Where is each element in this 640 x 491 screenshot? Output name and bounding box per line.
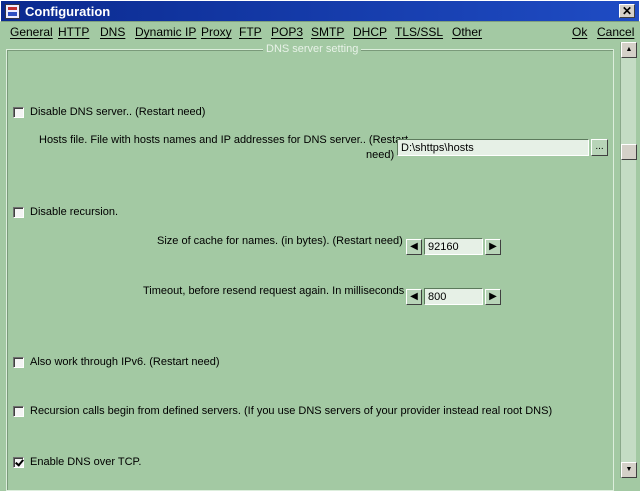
menu-dhcp[interactable]: DHCP	[353, 25, 387, 39]
hosts-file-input[interactable]: D:\shttps\hosts	[397, 139, 589, 156]
scroll-down-button[interactable]: ▼	[621, 462, 637, 478]
disable-recursion-checkbox[interactable]	[13, 206, 24, 218]
menu-pop3[interactable]: POP3	[271, 25, 303, 39]
menu-bar: General HTTP DNS Dynamic IP Proxy FTP PO…	[0, 22, 640, 42]
hosts-file-label-cont: need)	[366, 149, 395, 161]
window-title: Configuration	[25, 4, 111, 19]
left-arrow-icon: ◀	[410, 241, 418, 252]
scroll-thumb[interactable]	[621, 144, 637, 160]
cancel-button[interactable]: Cancel	[597, 25, 634, 39]
disable-recursion-row[interactable]: Disable recursion.	[13, 206, 118, 218]
title-bar: Configuration ✕	[0, 0, 640, 22]
disable-dns-checkbox[interactable]	[13, 106, 24, 118]
cache-size-input[interactable]: 92160	[424, 238, 483, 255]
vertical-scrollbar[interactable]: ▲ ▼	[620, 42, 637, 478]
scroll-up-icon: ▲	[625, 46, 633, 53]
recursion-servers-label: Recursion calls begin from defined serve…	[30, 405, 553, 417]
timeout-increment-button[interactable]: ▶	[485, 289, 501, 305]
right-arrow-icon: ▶	[489, 291, 497, 302]
disable-recursion-label: Disable recursion.	[30, 206, 119, 218]
menu-proxy[interactable]: Proxy	[201, 25, 232, 39]
recursion-servers-checkbox[interactable]	[13, 405, 24, 417]
ipv6-checkbox[interactable]	[13, 356, 24, 368]
group-title: DNS server setting	[263, 43, 362, 55]
menu-ftp[interactable]: FTP	[239, 25, 262, 39]
right-arrow-icon: ▶	[489, 241, 497, 252]
timeout-label: Timeout, before resend request again. In…	[143, 285, 405, 297]
menu-dns[interactable]: DNS	[100, 25, 125, 39]
close-button[interactable]: ✕	[619, 4, 635, 18]
hosts-file-label: Hosts file. File with hosts names and IP…	[39, 134, 409, 146]
timeout-input[interactable]: 800	[424, 288, 483, 305]
recursion-servers-row[interactable]: Recursion calls begin from defined serve…	[13, 405, 552, 417]
disable-dns-label: Disable DNS server.. (Restart need)	[30, 106, 206, 118]
app-icon[interactable]	[5, 4, 20, 19]
scroll-down-icon: ▼	[625, 466, 633, 473]
cache-size-label: Size of cache for names. (in bytes). (Re…	[157, 235, 403, 247]
menu-general[interactable]: General	[10, 25, 53, 39]
menu-http[interactable]: HTTP	[58, 25, 89, 39]
cache-decrement-button[interactable]: ◀	[406, 239, 422, 255]
browse-button[interactable]: ...	[591, 139, 608, 156]
menu-tls-ssl[interactable]: TLS/SSL	[395, 25, 443, 39]
menu-other[interactable]: Other	[452, 25, 482, 39]
disable-dns-row[interactable]: Disable DNS server.. (Restart need)	[13, 106, 205, 118]
menu-smtp[interactable]: SMTP	[311, 25, 344, 39]
menu-dynamic-ip[interactable]: Dynamic IP	[135, 25, 196, 39]
timeout-decrement-button[interactable]: ◀	[406, 289, 422, 305]
scroll-up-button[interactable]: ▲	[621, 42, 637, 58]
cache-increment-button[interactable]: ▶	[485, 239, 501, 255]
dns-tcp-label: Enable DNS over TCP.	[30, 456, 142, 468]
dns-tcp-row[interactable]: Enable DNS over TCP.	[13, 456, 141, 468]
dns-tcp-checkbox[interactable]	[13, 456, 24, 468]
left-arrow-icon: ◀	[410, 291, 418, 302]
ipv6-label: Also work through IPv6. (Restart need)	[30, 356, 220, 368]
ipv6-row[interactable]: Also work through IPv6. (Restart need)	[13, 356, 220, 368]
ok-button[interactable]: Ok	[572, 25, 587, 39]
